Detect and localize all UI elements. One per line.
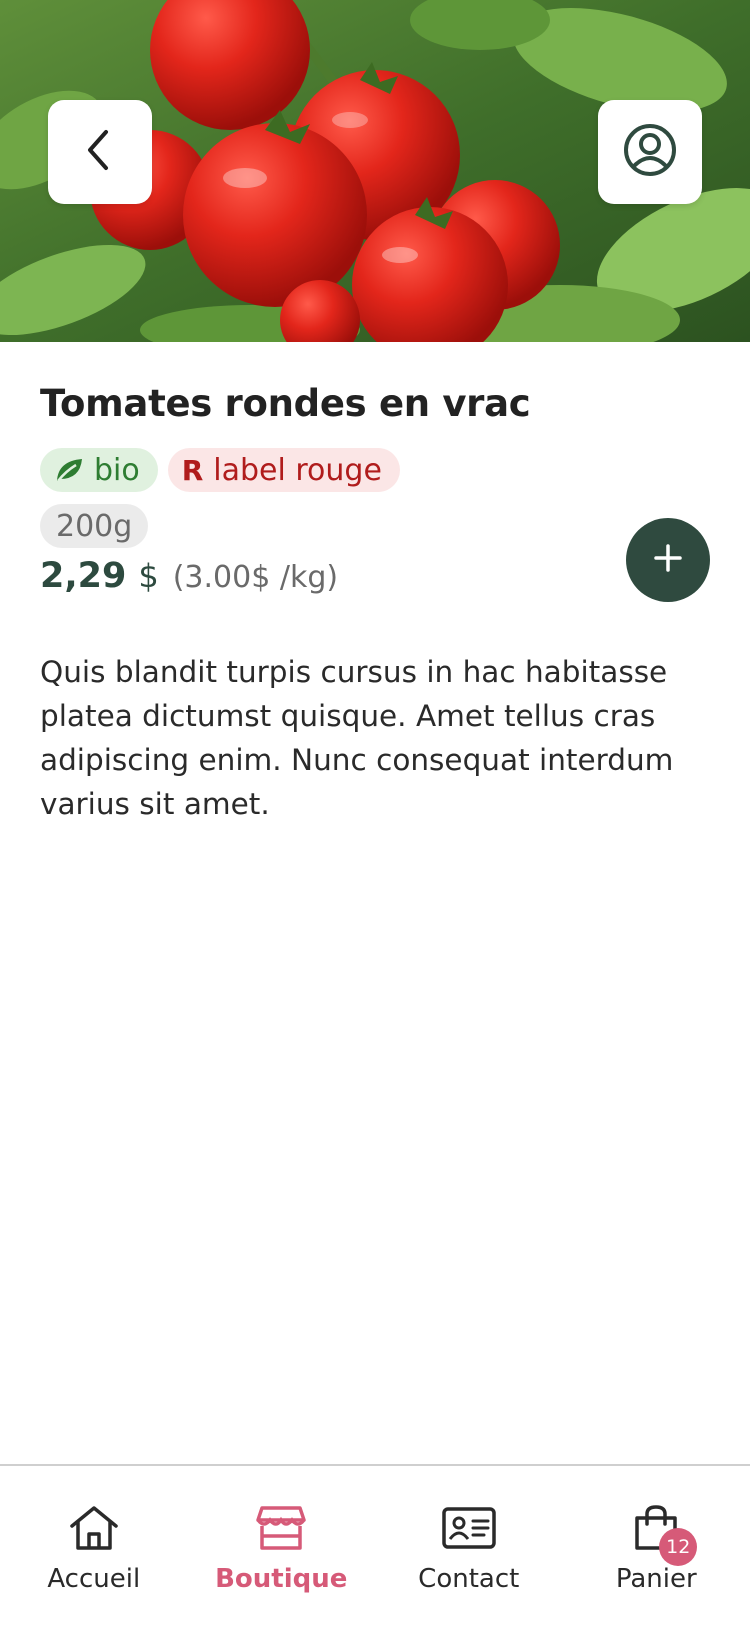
price-row: 2,29 $ (3.00$ /kg) bbox=[40, 556, 338, 596]
tab-panier-label: Panier bbox=[616, 1564, 697, 1594]
cart-count-badge: 12 bbox=[659, 1528, 697, 1566]
tag-bio-label: bio bbox=[94, 453, 140, 488]
tab-accueil[interactable]: Accueil bbox=[0, 1466, 188, 1626]
bottom-tab-bar: Accueil Boutique Contact bbox=[0, 1464, 750, 1626]
back-button[interactable] bbox=[48, 100, 152, 204]
tab-boutique[interactable]: Boutique bbox=[188, 1466, 376, 1626]
product-description: Quis blandit turpis cursus in hac habita… bbox=[40, 650, 700, 826]
tag-label-rouge-label: label rouge bbox=[213, 453, 382, 488]
price-currency: $ bbox=[138, 557, 158, 595]
product-title: Tomates rondes en vrac bbox=[40, 382, 530, 425]
label-rouge-icon: R bbox=[182, 454, 204, 487]
tab-boutique-label: Boutique bbox=[215, 1564, 347, 1594]
add-to-cart-button[interactable] bbox=[626, 518, 710, 602]
leaf-icon bbox=[54, 457, 84, 483]
unit-price: (3.00$ /kg) bbox=[173, 560, 338, 595]
tab-contact[interactable]: Contact bbox=[375, 1466, 563, 1626]
home-icon bbox=[68, 1502, 120, 1554]
tab-accueil-label: Accueil bbox=[47, 1564, 140, 1594]
product-tags: bio R label rouge bbox=[40, 448, 400, 492]
tag-label-rouge: R label rouge bbox=[168, 448, 400, 492]
price-value: 2,29 bbox=[40, 556, 126, 596]
shop-icon bbox=[256, 1502, 306, 1554]
user-circle-icon bbox=[622, 122, 678, 182]
plus-icon bbox=[653, 543, 683, 577]
tab-panier[interactable]: 12 Panier bbox=[563, 1466, 750, 1626]
contact-card-icon bbox=[442, 1502, 496, 1554]
tab-contact-label: Contact bbox=[418, 1564, 519, 1594]
profile-button[interactable] bbox=[598, 100, 702, 204]
tag-bio: bio bbox=[40, 448, 158, 492]
shopping-bag-icon: 12 bbox=[633, 1502, 679, 1554]
chevron-left-icon bbox=[80, 126, 120, 178]
weight-badge: 200g bbox=[40, 504, 148, 548]
